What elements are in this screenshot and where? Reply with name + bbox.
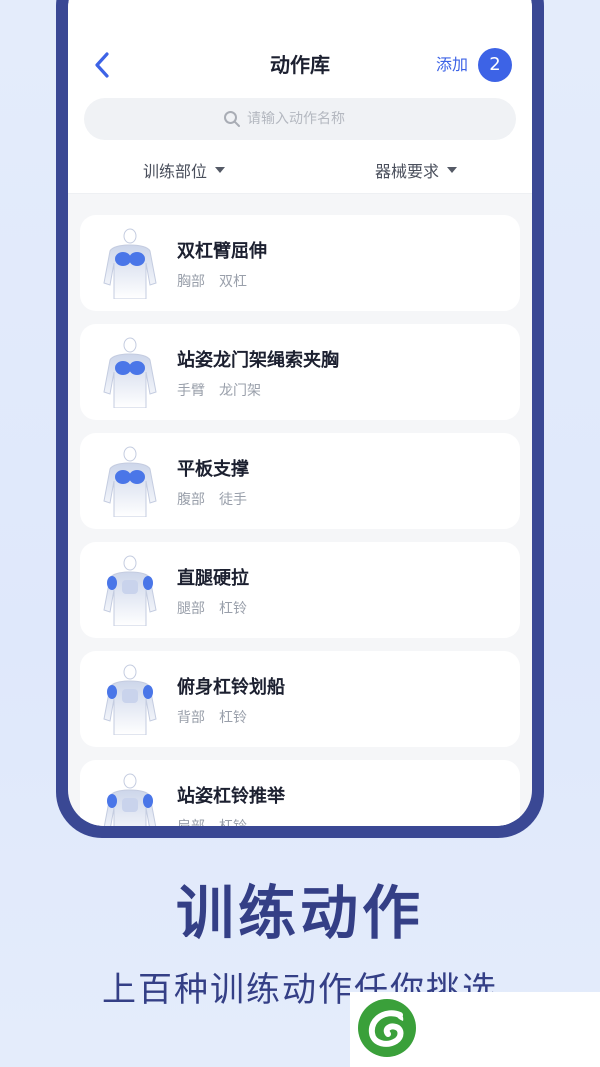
app-screen: 动作库 添加 2 训练部位 器械要求: [68, 0, 532, 826]
body-part-tag: 腿部: [177, 601, 205, 617]
equipment-tag: 龙门架: [219, 383, 261, 399]
nav-bar: 动作库 添加 2: [68, 43, 532, 87]
selected-count-badge[interactable]: 2: [478, 48, 512, 82]
equipment-tag: 杠铃: [219, 710, 247, 726]
exercise-card[interactable]: 平板支撑腹部 徒手: [80, 433, 520, 529]
exercise-tags: 肩部 杠铃: [177, 816, 247, 826]
body-thumbnail-icon: [103, 773, 157, 826]
exercise-name: 平板支撑: [177, 459, 249, 480]
body-thumbnail-icon: [103, 446, 157, 517]
equipment-tag: 双杠: [219, 274, 247, 290]
body-thumbnail-icon: [103, 555, 157, 626]
search-bar[interactable]: [84, 98, 516, 140]
back-button[interactable]: [84, 47, 120, 83]
filter-equipment[interactable]: 器械要求: [300, 152, 532, 188]
equipment-tag: 徒手: [219, 492, 247, 508]
body-part-tag: 腹部: [177, 492, 205, 508]
phone-frame: 动作库 添加 2 训练部位 器械要求: [56, 0, 544, 838]
promo-headline: 训练动作: [175, 879, 424, 947]
dropdown-caret-icon: [447, 167, 457, 173]
equipment-tag: 杠铃: [219, 819, 247, 826]
exercise-name: 直腿硬拉: [177, 568, 249, 589]
app-logo-icon: [358, 999, 416, 1057]
exercise-name: 双杠臂屈伸: [177, 241, 267, 262]
body-thumbnail-icon: [103, 228, 157, 299]
top-bar: 动作库 添加 2 训练部位 器械要求: [68, 0, 532, 194]
dropdown-caret-icon: [215, 167, 225, 173]
exercise-card[interactable]: 双杠臂屈伸胸部 双杠: [80, 215, 520, 311]
back-chevron-icon: [95, 52, 109, 78]
body-thumbnail-icon: [103, 664, 157, 735]
exercise-tags: 腿部 杠铃: [177, 598, 247, 618]
search-input[interactable]: [247, 111, 377, 127]
body-part-tag: 胸部: [177, 274, 205, 290]
equipment-tag: 杠铃: [219, 601, 247, 617]
exercise-tags: 腹部 徒手: [177, 489, 247, 509]
exercise-tags: 背部 杠铃: [177, 707, 247, 727]
body-part-tag: 肩部: [177, 819, 205, 826]
exercise-name: 站姿杠铃推举: [177, 786, 285, 807]
body-part-tag: 手臂: [177, 383, 205, 399]
body-part-tag: 背部: [177, 710, 205, 726]
exercise-card[interactable]: 站姿杠铃推举肩部 杠铃: [80, 760, 520, 826]
filter-bar: 训练部位 器械要求: [68, 152, 532, 188]
exercise-name: 站姿龙门架绳索夹胸: [177, 350, 339, 371]
add-button[interactable]: 添加: [436, 43, 468, 87]
filter-label: 训练部位: [142, 162, 207, 181]
filter-label: 器械要求: [374, 162, 439, 181]
body-thumbnail-icon: [103, 337, 157, 408]
exercise-list: 双杠臂屈伸 胸部 双杠 站姿龙门架绳索夹胸 手臂 龙门架 平板支撑 腹部 徒手 直腿硬拉 腿部 杠铃俯…: [80, 215, 520, 826]
exercise-card[interactable]: 俯身杠铃划船 背部 杠铃: [80, 651, 520, 747]
exercise-card[interactable]: 直腿硬拉腿部 杠铃: [80, 542, 520, 638]
filter-body-part[interactable]: 训练部位: [68, 152, 300, 188]
exercise-card[interactable]: 站姿龙门架绳索夹胸 手臂 龙门架: [80, 324, 520, 420]
search-icon: [224, 111, 240, 127]
exercise-tags: 胸部 双杠: [177, 271, 247, 291]
exercise-tags: 手臂 龙门架: [177, 380, 261, 400]
exercise-name: 俯身杠铃划船: [177, 677, 285, 698]
